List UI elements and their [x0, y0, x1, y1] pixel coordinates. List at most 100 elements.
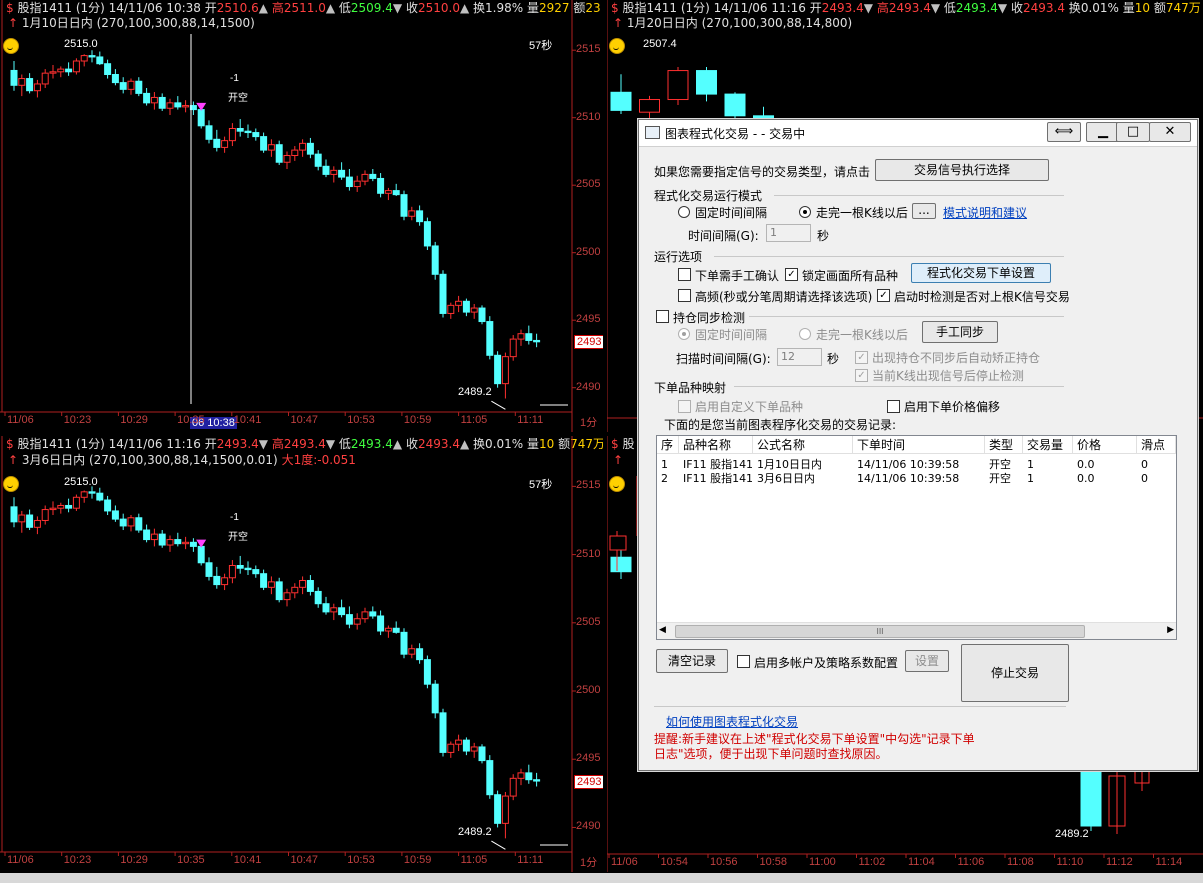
x-tick-label: 10:56 [710, 856, 738, 868]
group-map-label: 下单品种映射 [654, 381, 727, 395]
column-header[interactable]: 序 [657, 436, 679, 454]
candlestick-chart[interactable] [0, 436, 603, 872]
candle-body [275, 144, 283, 163]
radio-kline-complete-2[interactable] [799, 328, 811, 340]
column-header[interactable]: 下单时间 [853, 436, 985, 454]
separator [654, 706, 1066, 707]
close-button[interactable]: ✕ [1149, 122, 1191, 142]
candle-body [49, 71, 57, 74]
candle-body [228, 565, 236, 579]
multi-account-checkbox[interactable] [737, 655, 750, 668]
candle-body [322, 603, 330, 613]
signal-select-button[interactable]: 交易信号执行选择 [875, 159, 1049, 181]
candle-body [213, 575, 221, 586]
column-header[interactable]: 交易量 [1023, 436, 1073, 454]
candle-body [610, 91, 632, 111]
maximize-button[interactable]: □ [1116, 122, 1150, 142]
candle-body [431, 683, 439, 714]
candle-body [205, 125, 213, 140]
y-tick-label: 2495 [576, 313, 601, 326]
y-tick-label: 2500 [576, 245, 601, 258]
candlestick-chart[interactable] [0, 0, 603, 432]
separator [714, 256, 1064, 257]
table-cell: 1 [1027, 458, 1034, 471]
mode-help-link[interactable]: 模式说明和建议 [943, 204, 1027, 221]
price-offset-checkbox[interactable] [887, 400, 900, 413]
manual-sync-button[interactable]: 手工同步 [922, 321, 998, 343]
candle-body [501, 795, 509, 824]
column-header[interactable]: 品种名称 [679, 436, 753, 454]
column-header[interactable]: 价格 [1073, 436, 1137, 454]
candle-body [182, 105, 190, 108]
candle-body [361, 173, 369, 182]
stop-detect-checkbox[interactable]: ✓ [855, 369, 868, 382]
scroll-thumb[interactable]: III [675, 625, 1085, 638]
x-tick-label: 10:53 [347, 414, 375, 426]
table-cell: 0.0 [1077, 472, 1095, 485]
table-cell: 2 [661, 472, 668, 485]
chart-panel-bottom-left[interactable]: $ 股指1411 (1分) 14/11/06 11:16 开2493.4▼ 高2… [0, 436, 603, 872]
x-tick-label: 11:11 [517, 854, 544, 866]
lock-symbols-checkbox[interactable]: ✓ [785, 268, 798, 281]
candle-body [501, 356, 509, 385]
column-header[interactable]: 类型 [985, 436, 1023, 454]
candle-body [197, 109, 205, 127]
candle-body [353, 618, 361, 625]
high-freq-checkbox[interactable] [678, 289, 691, 302]
candle-body [10, 69, 18, 86]
order-settings-button[interactable]: 程式化交易下单设置 [911, 263, 1051, 283]
candle-body [72, 60, 80, 73]
x-tick-label: 10:59 [403, 414, 432, 426]
x-tick-label: 10:35 [177, 414, 205, 426]
column-header[interactable]: 公式名称 [753, 436, 853, 454]
manual-confirm-checkbox[interactable] [678, 268, 691, 281]
minimize-button[interactable]: ▁ [1086, 122, 1120, 142]
position-sync-checkbox[interactable] [656, 310, 669, 323]
settings-button[interactable]: 设置 [905, 650, 949, 672]
candle-body [143, 92, 151, 104]
candle-body [533, 339, 541, 343]
candle-body [104, 499, 112, 512]
scroll-right-icon[interactable]: ▶ [1167, 625, 1174, 635]
radio-kline-complete[interactable] [799, 206, 811, 218]
dialog-titlebar[interactable]: 图表程式化交易 - - 交易中 ⟺ ▁ □ ✕ [639, 120, 1197, 147]
candle-body [609, 535, 627, 551]
startup-check-checkbox[interactable]: ✓ [877, 289, 890, 302]
candle-body [10, 506, 18, 523]
candle-body [65, 68, 73, 73]
radio-fixed-interval[interactable] [678, 206, 690, 218]
interval-input[interactable]: 1 [766, 224, 811, 242]
candle-body [696, 70, 717, 95]
table-row[interactable]: 1 IF11 股指1411 1月10日日内 14/11/06 10:39:58 开空 1 0… [657, 458, 1176, 472]
auto-fix-checkbox[interactable]: ✓ [855, 351, 868, 364]
dots-button[interactable]: ... [912, 203, 936, 219]
candle-body [275, 581, 283, 601]
stop-trading-button[interactable]: 停止交易 [961, 644, 1069, 702]
candle-body [158, 533, 166, 546]
scroll-left-icon[interactable]: ◀ [659, 625, 666, 635]
separator [774, 195, 1064, 196]
scan-interval-unit: 秒 [827, 352, 840, 366]
trade-records-table[interactable]: 序品种名称 公式名称 下单时间 类型 交易量 价格 滑点 1 IF11 股指1411 1月10日… [656, 435, 1177, 640]
candle-body [127, 517, 135, 527]
candle-body [236, 128, 244, 132]
x-tick-label: 11:12 [1106, 856, 1133, 868]
candle-body [135, 517, 143, 531]
resize-icon[interactable]: ⟺ [1047, 122, 1081, 142]
help-link[interactable]: 如何使用图表程式化交易 [666, 713, 798, 730]
program-trading-dialog[interactable]: 图表程式化交易 - - 交易中 ⟺ ▁ □ ✕ 如果您需要指定信号的交易类型，请… [638, 119, 1198, 771]
group-run-label: 运行选项 [654, 250, 703, 264]
candle-body [338, 169, 346, 178]
horizontal-scrollbar[interactable]: ◀ III ▶ [657, 622, 1176, 639]
chart-panel-top-left[interactable]: $ 股指1411 (1分) 14/11/06 10:38 开2510.6▲ 高2… [0, 0, 603, 432]
radio-fixed-interval-2[interactable] [678, 328, 690, 340]
table-row[interactable]: 2 IF11 股指1411 3月6日日内 14/11/06 10:39:58 开空 1 0.… [657, 472, 1176, 486]
column-header[interactable]: 滑点 [1137, 436, 1176, 454]
clear-records-button[interactable]: 清空记录 [656, 649, 728, 673]
candle-body [517, 333, 525, 340]
custom-symbol-checkbox[interactable] [678, 400, 691, 413]
candle-body [166, 102, 174, 109]
candle-body [166, 539, 174, 546]
status-strip [0, 873, 1203, 883]
scan-interval-input[interactable]: 12 [777, 348, 822, 366]
